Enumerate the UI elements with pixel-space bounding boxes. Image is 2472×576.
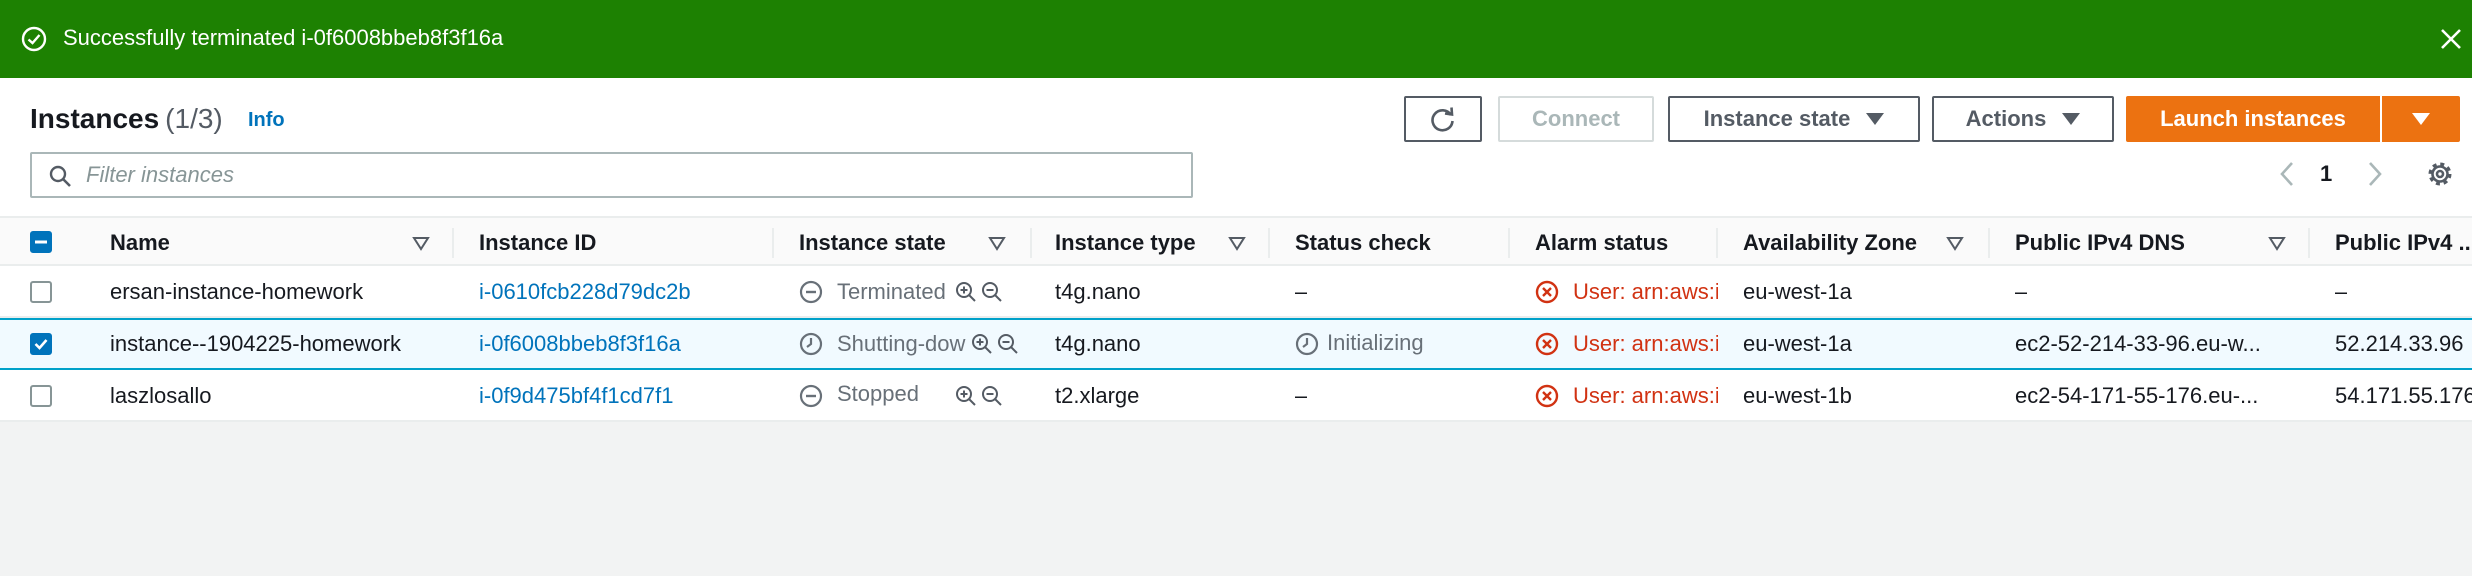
instance-name: instance--1904225-homework — [110, 331, 402, 356]
column-divider[interactable] — [1716, 228, 1718, 258]
instance-name: ersan-instance-homework — [110, 279, 364, 304]
instance-state-text: Terminated — [837, 279, 946, 304]
error-icon — [1535, 332, 1559, 356]
instance-type: t4g.nano — [1055, 279, 1141, 304]
column-divider[interactable] — [1508, 228, 1510, 258]
caret-down-icon — [1866, 113, 1885, 125]
flash-message: Successfully terminated i-0f6008bbeb8f3f… — [63, 25, 504, 50]
public-ipv4: 54.171.55.176 — [2335, 383, 2472, 408]
availability-zone: eu-west-1a — [1743, 331, 1852, 356]
page-title: Instances (1/3) — [30, 103, 223, 134]
column-divider[interactable] — [772, 228, 774, 258]
column-header-public-ipv4[interactable]: Public IPv4 ... — [2335, 230, 2472, 256]
actions-label: Actions — [1965, 106, 2047, 131]
alarm-status[interactable]: User: arn:aws:i — [1573, 383, 1718, 409]
success-flash-bar: Successfully terminated i-0f6008bbeb8f3f… — [0, 0, 2472, 78]
instance-type: t2.xlarge — [1055, 383, 1140, 408]
column-divider[interactable] — [2308, 228, 2310, 258]
table-header: Name Instance ID Instance state Instance… — [0, 216, 2472, 266]
info-link[interactable]: Info — [248, 109, 285, 132]
instance-state-dropdown[interactable]: Instance state — [1668, 96, 1920, 142]
availability-zone: eu-west-1b — [1743, 383, 1852, 408]
page-number[interactable]: 1 — [2320, 160, 2332, 188]
instance-id-link[interactable]: i-0610fcb228d79dc2b — [479, 279, 691, 305]
public-ipv4-dns: ec2-54-171-55-176.eu-... — [2015, 383, 2259, 408]
zoom-out-icon[interactable] — [980, 280, 1004, 304]
instance-id-link[interactable]: i-0f6008bbeb8f3f16a — [479, 331, 681, 357]
stopped-icon — [799, 384, 823, 408]
refresh-button[interactable] — [1404, 96, 1482, 142]
column-header-availability-zone[interactable]: Availability Zone — [1743, 230, 1917, 256]
refresh-icon — [1431, 107, 1454, 132]
actions-dropdown[interactable]: Actions — [1932, 96, 2114, 142]
table-row[interactable]: instance--1904225-homework i-0f6008bbeb8… — [0, 318, 2472, 370]
zoom-in-icon[interactable] — [970, 332, 994, 356]
row-checkbox[interactable] — [30, 385, 52, 407]
caret-down-icon — [2062, 113, 2081, 125]
connect-button[interactable]: Connect — [1498, 96, 1654, 142]
zoom-in-icon[interactable] — [954, 384, 978, 408]
minus-icon — [35, 240, 47, 244]
column-divider[interactable] — [1268, 228, 1270, 258]
column-header-alarm-status[interactable]: Alarm status — [1535, 230, 1668, 256]
status-check: – — [1295, 279, 1308, 304]
public-ipv4-dns: ec2-52-214-33-96.eu-w... — [2015, 331, 2261, 356]
instance-id-link[interactable]: i-0f9d475bf4f1cd7f1 — [479, 383, 674, 409]
launch-instances-button[interactable]: Launch instances — [2126, 96, 2380, 142]
row-checkbox[interactable] — [30, 333, 52, 355]
column-header-instance-id[interactable]: Instance ID — [479, 230, 596, 256]
chevron-right-icon[interactable] — [2362, 159, 2388, 189]
column-divider[interactable] — [452, 228, 454, 258]
check-icon — [34, 339, 48, 350]
filter-instances-input[interactable] — [86, 160, 1176, 190]
instance-state-text: Shutting-dow — [837, 331, 966, 356]
instance-state-label: Instance state — [1703, 106, 1851, 131]
sort-icon[interactable] — [988, 234, 1006, 252]
sort-icon[interactable] — [1228, 234, 1246, 252]
column-header-instance-state[interactable]: Instance state — [799, 230, 946, 256]
table-row[interactable]: ersan-instance-homework i-0610fcb228d79d… — [0, 266, 2472, 318]
row-checkbox[interactable] — [30, 281, 52, 303]
check-circle-icon — [21, 26, 47, 52]
zoom-out-icon[interactable] — [996, 332, 1020, 356]
close-icon[interactable] — [2437, 25, 2465, 53]
chevron-left-icon[interactable] — [2274, 159, 2300, 189]
status-check: – — [1295, 383, 1308, 408]
public-ipv4: – — [2335, 279, 2348, 304]
table-row[interactable]: laszlosallo i-0f9d475bf4f1cd7f1 Stopped … — [0, 370, 2472, 422]
zoom-in-icon[interactable] — [954, 280, 978, 304]
public-ipv4-dns: – — [2015, 279, 2028, 304]
column-divider[interactable] — [1030, 228, 1032, 258]
status-check: Initializing — [1327, 330, 1424, 355]
launch-options-button[interactable] — [2382, 96, 2460, 142]
column-header-instance-type[interactable]: Instance type — [1055, 230, 1196, 256]
public-ipv4: 52.214.33.96 — [2335, 331, 2464, 356]
clock-icon — [799, 332, 823, 356]
selection-count: (1/3) — [165, 103, 223, 134]
select-all-checkbox[interactable] — [30, 231, 52, 253]
instance-type: t4g.nano — [1055, 331, 1141, 356]
gear-icon[interactable] — [2424, 158, 2456, 190]
search-icon — [49, 165, 71, 187]
sort-icon[interactable] — [412, 234, 430, 252]
filter-box — [30, 152, 1193, 198]
terminated-icon — [799, 280, 823, 304]
error-icon — [1535, 280, 1559, 304]
availability-zone: eu-west-1a — [1743, 279, 1852, 304]
instance-state-text: Stopped — [837, 381, 919, 406]
zoom-out-icon[interactable] — [980, 384, 1004, 408]
sort-icon[interactable] — [2268, 234, 2286, 252]
alarm-status[interactable]: User: arn:aws:i — [1573, 331, 1718, 357]
instance-name: laszlosallo — [110, 383, 212, 408]
alarm-status[interactable]: User: arn:aws:i — [1573, 279, 1718, 305]
column-header-name[interactable]: Name — [110, 230, 170, 256]
error-icon — [1535, 384, 1559, 408]
column-header-status-check[interactable]: Status check — [1295, 230, 1431, 256]
clock-icon — [1295, 332, 1319, 356]
caret-down-icon — [2412, 113, 2430, 125]
column-header-public-ipv4-dns[interactable]: Public IPv4 DNS — [2015, 230, 2185, 256]
column-divider[interactable] — [1988, 228, 1990, 258]
sort-icon[interactable] — [1946, 234, 1964, 252]
